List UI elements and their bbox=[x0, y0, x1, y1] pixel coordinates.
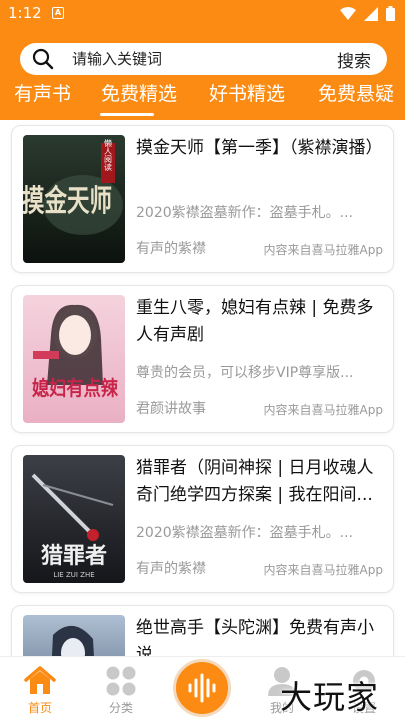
book-title: 绝世高手【头陀渊】免费有声小说 bbox=[136, 618, 374, 656]
cover-title: 媳妇有点辣 bbox=[32, 376, 119, 400]
book-description: 2020紫襟盗墓新作：盗墓手札。... bbox=[136, 525, 353, 541]
battery-icon bbox=[386, 6, 395, 21]
book-cover bbox=[23, 615, 125, 656]
status-time: 1:12 bbox=[8, 4, 42, 22]
tab-free-picks[interactable]: 免费精选 bbox=[101, 80, 177, 108]
watermark: 大玩家 bbox=[280, 678, 380, 716]
search-button[interactable]: 搜索 bbox=[337, 47, 371, 72]
book-card[interactable]: 懒人阅读 摸金天师 摸金天师【第一季】（紫襟演播） 2020紫襟盗墓新作：盗墓手… bbox=[11, 125, 394, 273]
nav-home-label: 首页 bbox=[27, 701, 52, 715]
tab-audiobook[interactable]: 有声书 bbox=[14, 80, 71, 108]
tab-good-books[interactable]: 好书精选 bbox=[209, 80, 285, 108]
book-author: 有声的紫襟 bbox=[136, 561, 206, 577]
player-button[interactable] bbox=[173, 659, 231, 717]
app-header: 1:12 A 搜索 有声书 免费精选 好书精选 免费悬疑 bbox=[0, 0, 405, 120]
book-card[interactable]: 绝世高手【头陀渊】免费有声小说 bbox=[11, 605, 394, 656]
book-cover: 媳妇有点辣 bbox=[23, 295, 125, 423]
cover-title: 摸金天师 bbox=[23, 184, 112, 219]
book-cover: 懒人阅读 摸金天师 bbox=[23, 135, 125, 263]
book-description: 2020紫襟盗墓新作：盗墓手札。... bbox=[136, 205, 353, 221]
home-icon bbox=[10, 663, 70, 699]
category-tabs: 有声书 免费精选 好书精选 免费悬疑 bbox=[0, 80, 405, 120]
nav-home[interactable]: 首页 bbox=[10, 663, 70, 716]
nav-category[interactable]: 分类 bbox=[91, 663, 151, 716]
search-bar[interactable]: 搜索 bbox=[20, 43, 387, 75]
grid-icon bbox=[91, 663, 151, 699]
status-bar: 1:12 A bbox=[0, 0, 405, 28]
book-description: 尊贵的会员，可以移步VIP尊享版... bbox=[136, 365, 354, 381]
search-input[interactable] bbox=[72, 45, 337, 73]
nav-category-label: 分类 bbox=[108, 701, 133, 715]
cover-subtitle: LIE ZUI ZHE bbox=[53, 571, 94, 579]
cover-title: 猎罪者 bbox=[41, 543, 107, 569]
status-icons bbox=[340, 6, 395, 21]
book-card[interactable]: 猎罪者 LIE ZUI ZHE 猎罪者（阴间神探 | 日月收魂人 奇门绝学四方探… bbox=[11, 445, 394, 593]
cover-seal: 懒人阅读 bbox=[104, 138, 113, 172]
book-author: 有声的紫襟 bbox=[136, 241, 206, 257]
signal-icon bbox=[364, 6, 378, 21]
book-card[interactable]: 媳妇有点辣 重生八零，媳妇有点辣 | 免费多人有声剧 尊贵的会员，可以移步VIP… bbox=[11, 285, 394, 433]
book-source: 内容来自喜马拉雅App bbox=[263, 243, 383, 257]
book-source: 内容来自喜马拉雅App bbox=[263, 563, 383, 577]
search-icon[interactable] bbox=[32, 48, 54, 70]
book-title: 猎罪者（阴间神探 | 日月收魂人 奇门绝学四方探案 | 我在阳间... bbox=[136, 458, 374, 505]
sound-wave-icon bbox=[188, 673, 216, 703]
book-source: 内容来自喜马拉雅App bbox=[263, 403, 383, 417]
book-list: 懒人阅读 摸金天师 摸金天师【第一季】（紫襟演播） 2020紫襟盗墓新作：盗墓手… bbox=[0, 120, 405, 656]
app-notification-icon: A bbox=[52, 7, 64, 19]
active-tab-indicator bbox=[100, 113, 154, 116]
book-author: 君颜讲故事 bbox=[136, 401, 206, 417]
book-title: 重生八零，媳妇有点辣 | 免费多人有声剧 bbox=[136, 298, 374, 345]
book-cover: 猎罪者 LIE ZUI ZHE bbox=[23, 455, 125, 583]
book-title: 摸金天师【第一季】（紫襟演播） bbox=[136, 138, 383, 158]
tab-free-suspense[interactable]: 免费悬疑 bbox=[318, 80, 394, 108]
wifi-icon bbox=[340, 6, 356, 20]
